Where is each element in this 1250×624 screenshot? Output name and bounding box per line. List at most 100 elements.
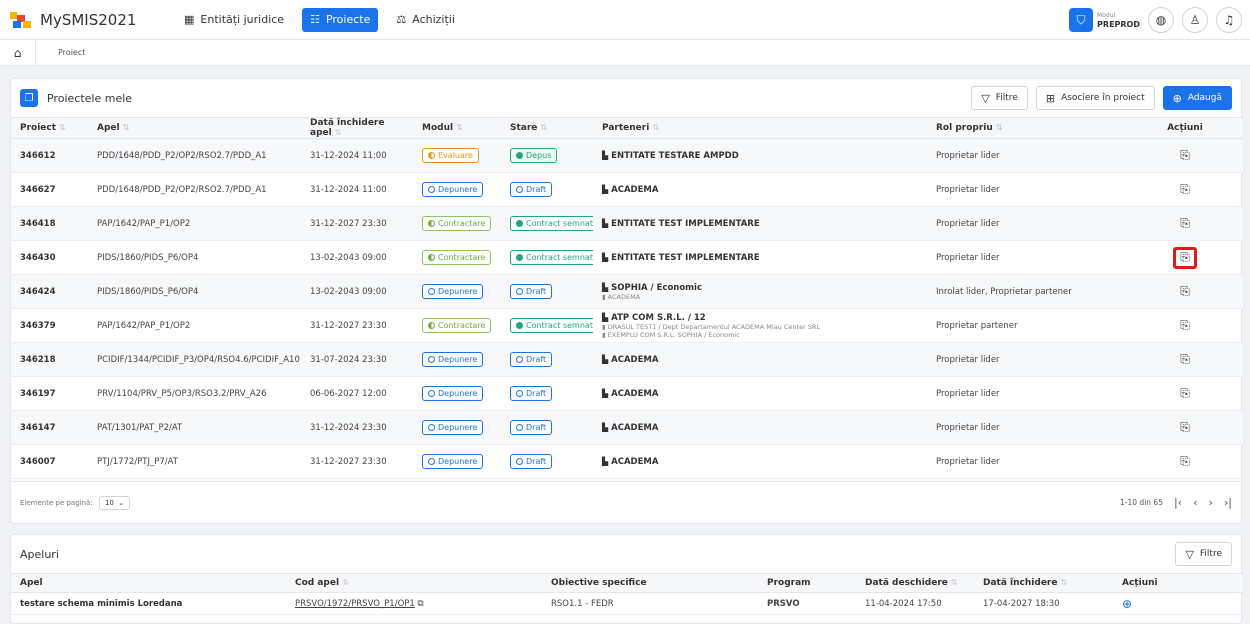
table-row[interactable]: 346218 PCIDIF/1344/PCIDIF_P3/OP4/RSO4.6/P…: [11, 342, 1243, 377]
col-modul[interactable]: Modul ⇅: [413, 117, 501, 139]
project-close-date: 13-02-2043 09:00: [301, 274, 413, 309]
apel-code-cell[interactable]: PRSVO/1972/PRSVO_P1/OP1 ⧉: [286, 592, 542, 615]
next-page-icon[interactable]: ›: [1208, 496, 1212, 509]
partner-icon: ▙: [602, 218, 609, 228]
plus-circle-icon[interactable]: ⊕: [1122, 597, 1132, 611]
copy-icon[interactable]: ⧉: [418, 599, 424, 609]
sort-icon: ⇅: [456, 123, 463, 132]
pager: 1-10 din 65 |‹ ‹ › ›|: [1120, 496, 1232, 509]
per-page-select[interactable]: 10 ⌄: [98, 495, 131, 510]
palette-button[interactable]: ◍: [1148, 7, 1174, 33]
open-project-icon[interactable]: ⎘: [1173, 417, 1197, 439]
project-close-date: 31-12-2024 11:00: [301, 172, 413, 207]
col-parteneri[interactable]: Parteneri ⇅: [593, 117, 927, 139]
partner-name: ▙ ENTITATE TEST IMPLEMENTARE: [602, 252, 760, 263]
nav-proiecte[interactable]: ☷ Proiecte: [302, 7, 379, 32]
prev-page-icon[interactable]: ‹: [1193, 496, 1197, 509]
project-actions: ⎘: [1127, 410, 1243, 445]
nav-achizitii[interactable]: ⚖ Achiziții: [388, 8, 463, 32]
table-row: testare schema minimis Loredana PRSVO/19…: [11, 592, 1243, 615]
home-button[interactable]: ⌂: [0, 39, 36, 66]
col-program[interactable]: Program: [758, 573, 856, 593]
col-apel[interactable]: Apel ⇅: [88, 117, 301, 139]
first-page-icon[interactable]: |‹: [1174, 496, 1182, 509]
table-row[interactable]: 346007 PTJ/1772/PTJ_P7/AT 31-12-2027 23:30…: [11, 444, 1243, 479]
palette-icon: ◍: [1155, 13, 1167, 27]
project-role: Proprietar lider: [927, 206, 1127, 241]
col-data-inchidere[interactable]: Dată închidere apel ⇅: [301, 117, 413, 139]
status-dot-icon: [516, 424, 523, 431]
filter-button[interactable]: ▽ Filtre: [971, 86, 1028, 110]
status-badge: Draft: [510, 352, 553, 367]
last-page-icon[interactable]: ›|: [1224, 496, 1232, 509]
project-actions: ⎘: [1127, 342, 1243, 377]
col-apel[interactable]: Apel: [11, 573, 286, 593]
status-badge: Draft: [510, 454, 553, 469]
open-project-icon[interactable]: ⎘: [1173, 179, 1197, 201]
add-button[interactable]: ⊕ Adaugă: [1162, 86, 1232, 110]
col-stare[interactable]: Stare ⇅: [501, 117, 593, 139]
mode-selector[interactable]: ⛉ Modul PREPROD: [1069, 8, 1140, 32]
nav-entitati-juridice[interactable]: ▦ Entități juridice: [176, 8, 292, 32]
table-row[interactable]: 346379 PAP/1642/PAP_P1/OP2 31-12-2027 23:3…: [11, 308, 1243, 343]
project-role: Proprietar lider: [927, 376, 1127, 411]
main-nav: ▦ Entități juridice ☷ Proiecte ⚖ Achiziț…: [176, 7, 463, 32]
status-dot-icon: [516, 152, 523, 159]
notifications-button[interactable]: ♫: [1216, 7, 1242, 33]
open-project-icon[interactable]: ⎘: [1173, 246, 1197, 269]
open-project-icon[interactable]: ⎘: [1173, 145, 1197, 167]
home-icon: ⌂: [13, 45, 22, 60]
top-right-actions: ⛉ Modul PREPROD ◍ ♙ ♫: [1069, 7, 1242, 33]
table-row[interactable]: 346430 PIDS/1860/PIDS_P6/OP4 13-02-2043 09…: [11, 240, 1243, 275]
status-dot-icon: [516, 254, 523, 261]
nav-label: Proiecte: [325, 13, 371, 26]
open-project-icon[interactable]: ⎘: [1173, 349, 1197, 371]
project-modul: Depunere: [413, 410, 501, 445]
user-button[interactable]: ♙: [1182, 7, 1208, 33]
table-row[interactable]: 346627 PDD/1648/PDD_P2/OP2/RSO2.7/PDD_A1 3…: [11, 172, 1243, 207]
modul-badge: Depunere: [422, 352, 484, 367]
nav-label: Achiziții: [412, 13, 455, 26]
status-dot-icon: [428, 220, 435, 227]
project-role: Proprietar lider: [927, 444, 1127, 479]
project-partners: ▙ ENTITATE TESTARE AMPDD: [593, 138, 927, 173]
project-modul: Depunere: [413, 444, 501, 479]
table-row[interactable]: 346147 PAT/1301/PAT_P2/AT 31-12-2024 23:30…: [11, 410, 1243, 445]
filter-icon: ▽: [1185, 547, 1194, 561]
open-project-icon[interactable]: ⎘: [1173, 281, 1197, 303]
project-actions: ⎘: [1127, 138, 1243, 173]
col-proiect[interactable]: Proiect ⇅: [11, 117, 88, 139]
col-data-inchidere[interactable]: Dată închidere ⇅: [974, 573, 1113, 593]
table-header-row: Apel Cod apel ⇅ Obiective specifice Progr…: [11, 573, 1243, 593]
add-label: Adaugă: [1187, 93, 1222, 103]
project-actions: ⎘: [1127, 206, 1243, 241]
project-partners: ▙ ACADEMA: [593, 376, 927, 411]
table-row[interactable]: 346424 PIDS/1860/PIDS_P6/OP4 13-02-2043 09…: [11, 274, 1243, 309]
status-badge: Draft: [510, 420, 553, 435]
app-name: MySMIS2021: [40, 10, 137, 29]
project-close-date: 31-12-2027 23:30: [301, 206, 413, 241]
open-project-icon[interactable]: ⎘: [1173, 213, 1197, 235]
col-rol[interactable]: Rol propriu ⇅: [927, 117, 1127, 139]
table-row[interactable]: 346197 PRV/1104/PRV_P5/OP3/RSO3.2/PRV_A26…: [11, 376, 1243, 411]
col-cod-apel[interactable]: Cod apel ⇅: [286, 573, 542, 593]
project-id: 346197: [11, 376, 88, 411]
partner-icon: ▙: [602, 388, 609, 398]
project-partners: ▙ ATP COM S.R.L. / 12 ▮ ORASUL TEST1 / Dep…: [593, 308, 927, 343]
open-project-icon[interactable]: ⎘: [1173, 451, 1197, 473]
status-dot-icon: [428, 424, 435, 431]
open-project-icon[interactable]: ⎘: [1173, 383, 1197, 405]
project-actions: ⎘: [1127, 274, 1243, 309]
sort-icon: ⇅: [59, 123, 66, 132]
col-data-deschidere[interactable]: Dată deschidere ⇅: [856, 573, 974, 593]
table-row[interactable]: 346612 PDD/1648/PDD_P2/OP2/RSO2.7/PDD_A1 3…: [11, 138, 1243, 173]
table-row[interactable]: 346418 PAP/1642/PAP_P1/OP2 31-12-2027 23:3…: [11, 206, 1243, 241]
open-project-icon[interactable]: ⎘: [1173, 315, 1197, 337]
col-obiective[interactable]: Obiective specifice: [542, 573, 758, 593]
associate-button[interactable]: ⊞ Asociere în proiect: [1035, 86, 1155, 110]
apeluri-filter-button[interactable]: ▽ Filtre: [1175, 542, 1232, 566]
apel-code[interactable]: PRSVO/1972/PRSVO_P1/OP1: [295, 599, 415, 609]
projects-table-body: 346612 PDD/1648/PDD_P2/OP2/RSO2.7/PDD_A1 3…: [11, 138, 1243, 479]
status-badge: Depus: [510, 148, 558, 163]
app-logo[interactable]: MySMIS2021: [10, 10, 150, 30]
